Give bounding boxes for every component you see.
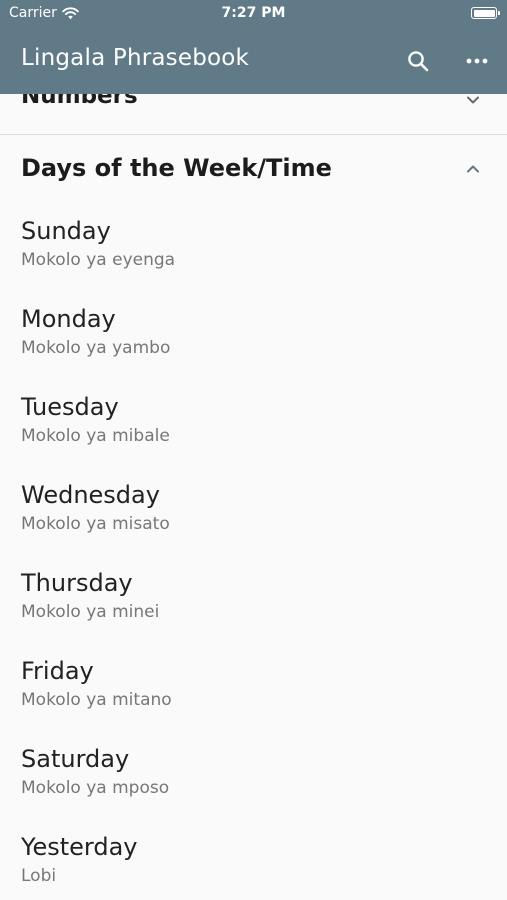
phrase-item[interactable]: Saturday Mokolo ya mposo <box>0 729 507 817</box>
search-button[interactable] <box>402 45 434 77</box>
section-days-of-week[interactable]: Days of the Week/Time <box>0 135 507 201</box>
phrase-lingala: Mokolo ya mibale <box>21 426 170 446</box>
more-options-button[interactable] <box>460 45 494 77</box>
chevron-down-icon <box>467 96 479 104</box>
battery-icon <box>471 7 500 19</box>
more-horizontal-icon <box>466 58 488 64</box>
status-time: 7:27 PM <box>221 5 286 21</box>
phrase-lingala: Mokolo ya mposo <box>21 778 170 798</box>
phrase-item[interactable]: Thursday Mokolo ya minei <box>0 553 507 641</box>
phrase-item[interactable]: Tuesday Mokolo ya mibale <box>0 377 507 465</box>
phrase-item[interactable]: Sunday Mokolo ya eyenga <box>0 201 507 289</box>
content-area: Numbers Days of the Week/Time Sunday Mok… <box>0 94 507 900</box>
phrase-item[interactable]: Monday Mokolo ya yambo <box>0 289 507 377</box>
app-bar: Lingala Phrasebook <box>0 28 507 94</box>
phrase-english: Sunday <box>21 217 111 245</box>
phrase-english: Yesterday <box>21 833 138 861</box>
app-header: Carrier 7:27 PM Lingala Phrasebook <box>0 0 507 94</box>
phrase-english: Friday <box>21 657 94 685</box>
phrase-list: Sunday Mokolo ya eyenga Monday Mokolo ya… <box>0 201 507 900</box>
phrase-item[interactable]: Friday Mokolo ya mitano <box>0 641 507 729</box>
phrase-lingala: Mokolo ya eyenga <box>21 250 176 270</box>
phrase-lingala: Mokolo ya misato <box>21 514 170 534</box>
phrase-lingala: Lobi <box>21 866 57 886</box>
status-bar: Carrier 7:27 PM <box>0 0 507 28</box>
phrase-english: Wednesday <box>21 481 160 509</box>
phrase-lingala: Mokolo ya yambo <box>21 338 171 358</box>
search-icon <box>408 51 429 72</box>
phrase-lingala: Mokolo ya mitano <box>21 690 172 710</box>
phrase-english: Tuesday <box>21 393 119 421</box>
section-title-numbers: Numbers <box>21 94 138 109</box>
section-numbers[interactable]: Numbers <box>0 94 507 135</box>
phrase-item[interactable]: Yesterday Lobi <box>0 817 507 900</box>
app-title: Lingala Phrasebook <box>21 45 250 71</box>
phrase-lingala: Mokolo ya minei <box>21 602 160 622</box>
section-title-days: Days of the Week/Time <box>21 154 332 182</box>
phrasebook-screen: Carrier 7:27 PM Lingala Phrasebook Numbe… <box>0 0 507 900</box>
phrase-english: Thursday <box>21 569 133 597</box>
phrase-english: Saturday <box>21 745 130 773</box>
phrase-english: Monday <box>21 305 116 333</box>
phrase-item[interactable]: Wednesday Mokolo ya misato <box>0 465 507 553</box>
chevron-up-icon <box>467 165 479 173</box>
